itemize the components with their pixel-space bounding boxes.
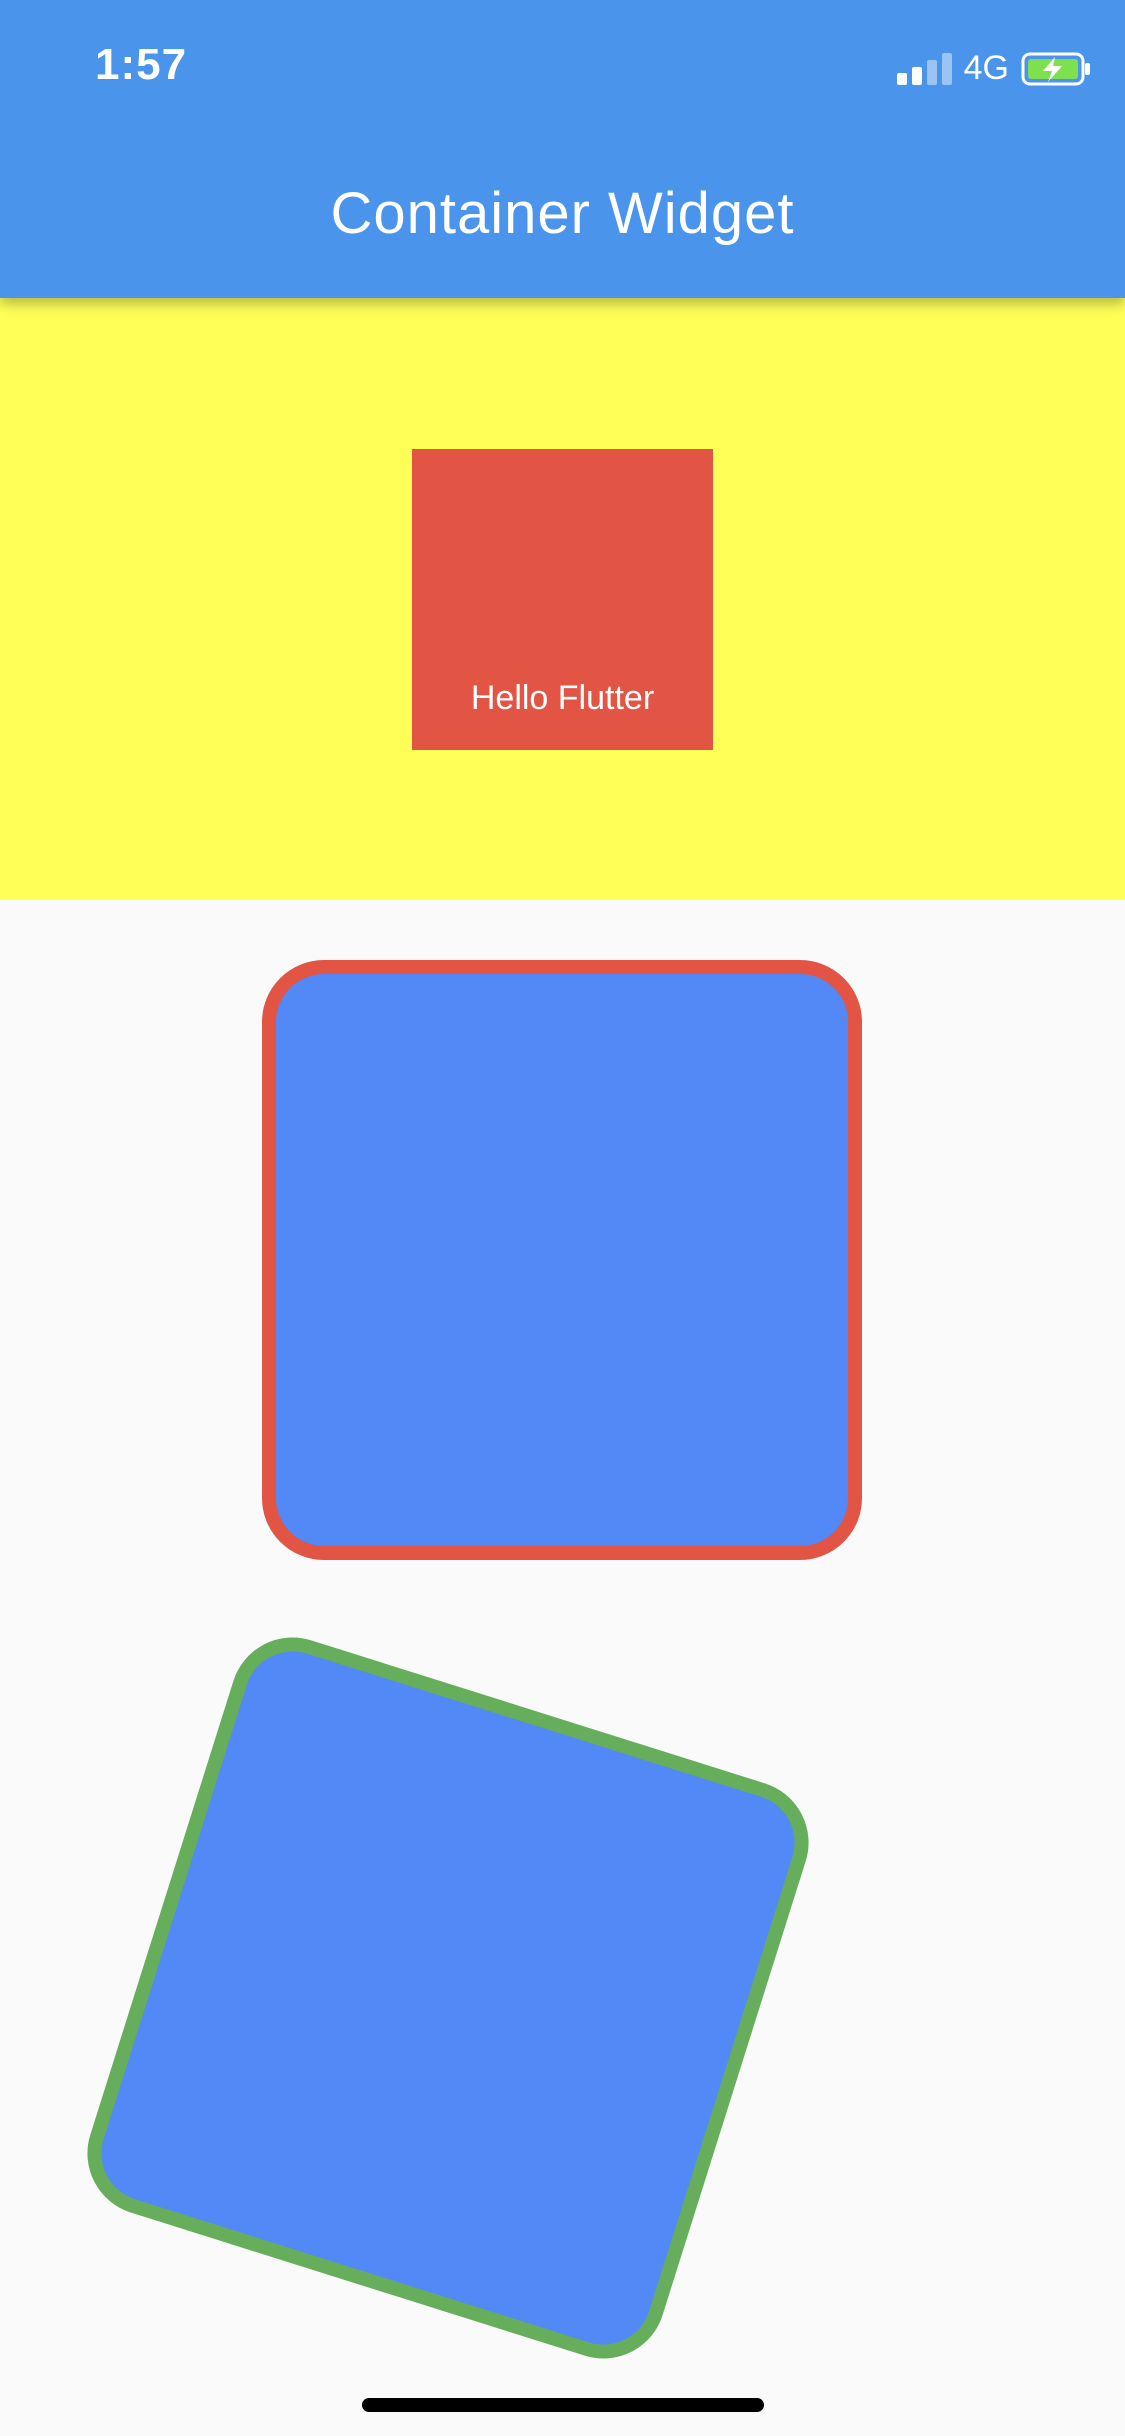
hello-flutter-label: Hello Flutter	[470, 679, 655, 717]
status-icons: 4G	[896, 48, 1090, 88]
battery-charging-icon	[1021, 52, 1090, 86]
blue-box-red-border	[262, 960, 862, 1560]
app-bar: 1:57 4G Container Widget	[0, 0, 1125, 298]
home-indicator[interactable]	[362, 2398, 764, 2412]
network-label: 4G	[963, 48, 1009, 87]
blue-box-green-border-rotated	[71, 1621, 825, 2375]
hello-flutter-container: Hello Flutter	[412, 449, 713, 750]
signal-icon	[896, 51, 952, 85]
status-time: 1:57	[95, 40, 188, 89]
page-title: Container Widget	[330, 181, 795, 246]
